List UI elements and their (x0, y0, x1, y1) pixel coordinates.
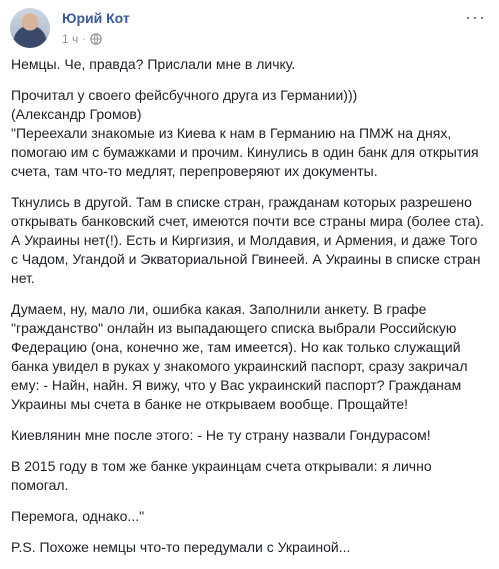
post-text-line: Ткнулись в другой. Там в списке стран, г… (11, 194, 472, 210)
post-text-line: (Александр Громов) (11, 106, 142, 122)
post-paragraph: Киевлянин мне после этого: - Не ту стран… (11, 426, 491, 445)
post-time[interactable]: 1 ч (62, 32, 78, 46)
post-meta: 1 ч · (62, 32, 102, 46)
post-text-line: Киевлянин мне после этого: - Не ту стран… (11, 427, 431, 443)
post-text-line: открывать банковский счет, имеются почти… (11, 213, 485, 229)
post-text-line: А Украины нет(!). Есть и Киргизия, и Мол… (11, 232, 478, 248)
post-paragraph: P.S. Похоже немцы что-то передумали с Ук… (11, 538, 491, 557)
more-options-icon[interactable]: ··· (465, 8, 486, 26)
post-text-line: P.S. Похоже немцы что-то передумали с Ук… (11, 539, 351, 555)
post-text-line: В 2015 году в том же банке украинцам сче… (11, 458, 432, 474)
post-text: Немцы. Че, правда? Прислали мне в личку.… (11, 55, 491, 569)
post-text-line: Думаем, ну, мало ли, ошибка какая. Запол… (11, 301, 427, 317)
author-name[interactable]: Юрий Кот (62, 10, 130, 26)
post-text-line: Перемога, однако..." (11, 508, 145, 524)
post-text-line: помогал. (11, 477, 69, 493)
post-header: Юрий Кот 1 ч · ··· (10, 8, 490, 48)
facebook-post: Юрий Кот 1 ч · ··· Немцы. Че, правда? Пр… (0, 0, 499, 555)
post-text-line: банка увидел в руках у знакомого украинс… (11, 358, 468, 374)
post-paragraph: Перемога, однако..." (11, 507, 491, 526)
post-text-line: помогаю им с бумажками и прочим. Кинулис… (11, 144, 479, 160)
author-avatar[interactable] (10, 8, 50, 48)
post-paragraph: В 2015 году в том же банке украинцам сче… (11, 457, 491, 495)
post-text-line: ему: - Найн, найн. Я вижу, что у Вас укр… (11, 377, 462, 393)
separator-dot: · (82, 33, 86, 45)
post-paragraph: Думаем, ну, мало ли, ошибка какая. Запол… (11, 300, 491, 414)
post-text-line: Украины мы счета в банке не открываем во… (11, 396, 409, 412)
post-paragraph: Немцы. Че, правда? Прислали мне в личку. (11, 55, 491, 74)
post-text-line: счета, там что-то медлят, перепроверяют … (11, 163, 378, 179)
post-paragraph: Прочитал у своего фейсбучного друга из Г… (11, 86, 491, 181)
post-text-line: Федерацию (она, конечно же, там имеется)… (11, 339, 461, 355)
post-text-line: "Переехали знакомые из Киева к нам в Гер… (11, 125, 452, 141)
globe-icon[interactable] (89, 33, 102, 45)
post-text-line: Немцы. Че, правда? Прислали мне в личку. (11, 56, 296, 72)
post-text-line: Прочитал у своего фейсбучного друга из Г… (11, 87, 358, 103)
post-paragraph: Ткнулись в другой. Там в списке стран, г… (11, 193, 491, 288)
post-text-line: нет. (11, 270, 35, 286)
post-text-line: с Чадом, Угандой и Экваториальной Гвинее… (11, 251, 481, 267)
post-text-line: "гражданство" онлайн из выпадающего спис… (11, 320, 457, 336)
